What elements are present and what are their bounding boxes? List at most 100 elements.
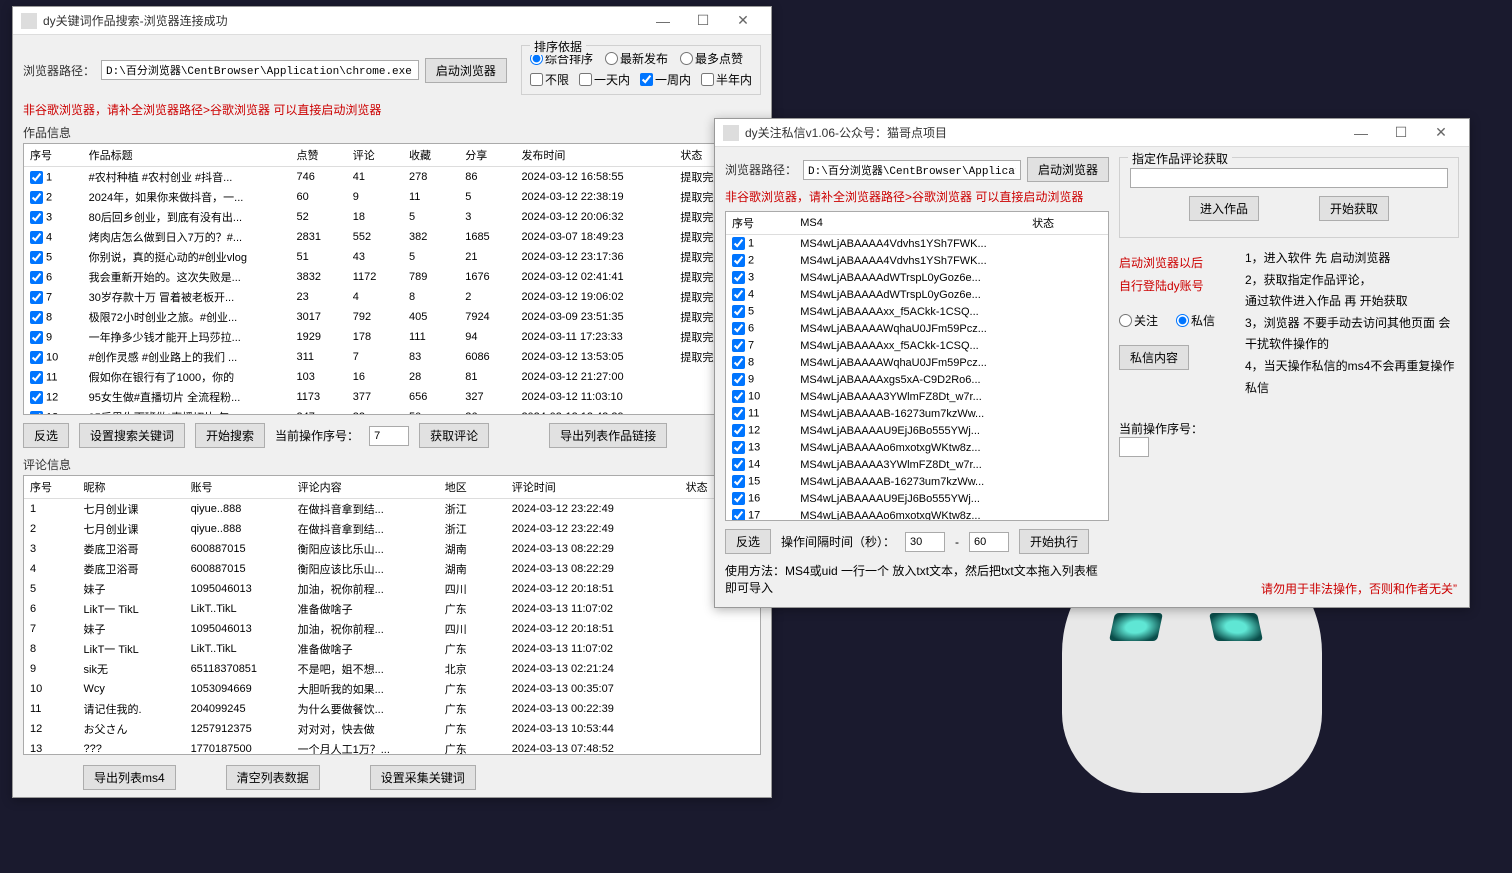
time-filter[interactable]: 一周内 bbox=[640, 71, 691, 88]
row-checkbox[interactable] bbox=[732, 407, 745, 420]
invert-selection-button[interactable]: 反选 bbox=[725, 529, 771, 554]
column-header[interactable]: 序号 bbox=[726, 212, 794, 235]
time-filter[interactable]: 半年内 bbox=[701, 71, 752, 88]
table-row[interactable]: 7MS4wLjABAAAAxx_f5ACkk-1CSQ... bbox=[726, 337, 1108, 354]
row-checkbox[interactable] bbox=[732, 237, 745, 250]
row-checkbox[interactable] bbox=[30, 291, 43, 304]
set-collect-keyword-button[interactable]: 设置采集关键词 bbox=[370, 765, 476, 790]
table-row[interactable]: 12お父さん1257912375对对对，快去做广东2024-03-13 10:5… bbox=[24, 719, 760, 739]
set-search-keyword-button[interactable]: 设置搜索关键词 bbox=[79, 423, 185, 448]
row-checkbox[interactable] bbox=[30, 171, 43, 184]
column-header[interactable]: 评论内容 bbox=[292, 476, 439, 499]
table-row[interactable]: 10Wcy1053094669大胆听我的如果...广东2024-03-13 00… bbox=[24, 679, 760, 699]
table-row[interactable]: 5妹子1095046013加油，祝你前程...四川2024-03-12 20:1… bbox=[24, 579, 760, 599]
table-row[interactable]: 3娄底卫浴哥600887015衡阳应该比乐山...湖南2024-03-13 08… bbox=[24, 539, 760, 559]
table-row[interactable]: 730岁存款十万 冒着被老板开...234822024-03-12 19:06:… bbox=[24, 287, 760, 307]
table-row[interactable]: 17MS4wLjABAAAAo6mxotxgWKtw8z... bbox=[726, 507, 1108, 521]
minimize-button[interactable]: — bbox=[1341, 120, 1381, 146]
launch-browser-button[interactable]: 启动浏览器 bbox=[425, 58, 507, 83]
export-ms4-button[interactable]: 导出列表ms4 bbox=[83, 765, 176, 790]
row-checkbox[interactable] bbox=[732, 356, 745, 369]
browser-path-input[interactable] bbox=[101, 60, 419, 80]
time-filter[interactable]: 一天内 bbox=[579, 71, 630, 88]
radio-dm[interactable]: 私信 bbox=[1176, 312, 1215, 329]
row-checkbox[interactable] bbox=[732, 509, 745, 521]
enter-work-button[interactable]: 进入作品 bbox=[1189, 196, 1259, 221]
row-checkbox[interactable] bbox=[30, 371, 43, 384]
current-seq-input[interactable] bbox=[1119, 437, 1149, 457]
row-checkbox[interactable] bbox=[732, 322, 745, 335]
interval-max-input[interactable] bbox=[969, 532, 1009, 552]
column-header[interactable]: 地区 bbox=[439, 476, 506, 499]
table-row[interactable]: 5MS4wLjABAAAAxx_f5ACkk-1CSQ... bbox=[726, 303, 1108, 320]
table-row[interactable]: 3MS4wLjABAAAAdWTrspL0yGoz6e... bbox=[726, 269, 1108, 286]
table-row[interactable]: 13???1770187500一个月人工1万？...广东2024-03-13 0… bbox=[24, 739, 760, 755]
column-header[interactable]: 作品标题 bbox=[83, 144, 291, 167]
row-checkbox[interactable] bbox=[732, 288, 745, 301]
invert-selection-button[interactable]: 反选 bbox=[23, 423, 69, 448]
export-links-button[interactable]: 导出列表作品链接 bbox=[549, 423, 667, 448]
table-row[interactable]: 6我会重新开始的。这次失败是...3832117278916762024-03-… bbox=[24, 267, 760, 287]
row-checkbox[interactable] bbox=[30, 231, 43, 244]
table-row[interactable]: 4娄底卫浴哥600887015衡阳应该比乐山...湖南2024-03-13 08… bbox=[24, 559, 760, 579]
row-checkbox[interactable] bbox=[30, 191, 43, 204]
dm-content-button[interactable]: 私信内容 bbox=[1119, 345, 1189, 370]
table-row[interactable]: 8MS4wLjABAAAAWqhaU0JFm59Pcz... bbox=[726, 354, 1108, 371]
start-execute-button[interactable]: 开始执行 bbox=[1019, 529, 1089, 554]
start-fetch-button[interactable]: 开始获取 bbox=[1319, 196, 1389, 221]
column-header[interactable]: 评论 bbox=[347, 144, 403, 167]
work-url-input[interactable] bbox=[1130, 168, 1448, 188]
minimize-button[interactable]: — bbox=[643, 8, 683, 34]
launch-browser-button[interactable]: 启动浏览器 bbox=[1027, 157, 1109, 182]
row-checkbox[interactable] bbox=[30, 351, 43, 364]
row-checkbox[interactable] bbox=[732, 339, 745, 352]
sort-option[interactable]: 最多点赞 bbox=[680, 50, 743, 67]
row-checkbox[interactable] bbox=[30, 251, 43, 264]
table-row[interactable]: 16MS4wLjABAAAAU9EjJ6Bo555YWj... bbox=[726, 490, 1108, 507]
table-row[interactable]: 6LikT一 TikLLikT..TikL准备做啥子广东2024-03-13 1… bbox=[24, 599, 760, 619]
row-checkbox[interactable] bbox=[732, 441, 745, 454]
table-row[interactable]: 11MS4wLjABAAAAB-16273um7kzWw... bbox=[726, 405, 1108, 422]
table-row[interactable]: 1七月创业课qiyue..888在做抖音拿到结...浙江2024-03-12 2… bbox=[24, 499, 760, 520]
comments-table-wrap[interactable]: 序号昵称账号评论内容地区评论时间状态 1七月创业课qiyue..888在做抖音拿… bbox=[23, 475, 761, 755]
table-row[interactable]: 14MS4wLjABAAAA3YWlmFZ8Dt_w7r... bbox=[726, 456, 1108, 473]
table-row[interactable]: 8LikT一 TikLLikT..TikL准备做啥子广东2024-03-13 1… bbox=[24, 639, 760, 659]
table-row[interactable]: 22024年，如果你来做抖音，一...6091152024-03-12 22:3… bbox=[24, 187, 760, 207]
close-button[interactable]: ✕ bbox=[723, 8, 763, 34]
row-checkbox[interactable] bbox=[30, 411, 43, 416]
table-row[interactable]: 9sik无65118370851不是吧，姐不想...北京2024-03-13 0… bbox=[24, 659, 760, 679]
column-header[interactable]: 序号 bbox=[24, 476, 78, 499]
close-button[interactable]: ✕ bbox=[1421, 120, 1461, 146]
row-checkbox[interactable] bbox=[732, 492, 745, 505]
table-row[interactable]: 6MS4wLjABAAAAWqhaU0JFm59Pcz... bbox=[726, 320, 1108, 337]
column-header[interactable]: 昵称 bbox=[78, 476, 185, 499]
table-row[interactable]: 9MS4wLjABAAAAxgs5xA-C9D2Ro6... bbox=[726, 371, 1108, 388]
radio-follow[interactable]: 关注 bbox=[1119, 312, 1158, 329]
row-checkbox[interactable] bbox=[732, 254, 745, 267]
table-row[interactable]: 1#农村种植 #农村创业 #抖音...74641278862024-03-12 … bbox=[24, 167, 760, 188]
time-filter[interactable]: 不限 bbox=[530, 71, 569, 88]
table-row[interactable]: 12MS4wLjABAAAAU9EjJ6Bo555YWj... bbox=[726, 422, 1108, 439]
table-row[interactable]: 1MS4wLjABAAAA4Vdvhs1YSh7FWK... bbox=[726, 235, 1108, 253]
column-header[interactable]: MS4 bbox=[794, 212, 1026, 235]
table-row[interactable]: 4烤肉店怎么做到日入7万的？#...283155238216852024-03-… bbox=[24, 227, 760, 247]
column-header[interactable]: 收藏 bbox=[403, 144, 459, 167]
row-checkbox[interactable] bbox=[30, 271, 43, 284]
get-comments-button[interactable]: 获取评论 bbox=[419, 423, 489, 448]
row-checkbox[interactable] bbox=[30, 391, 43, 404]
column-header[interactable]: 账号 bbox=[185, 476, 292, 499]
row-checkbox[interactable] bbox=[732, 424, 745, 437]
table-row[interactable]: 2七月创业课qiyue..888在做抖音拿到结...浙江2024-03-12 2… bbox=[24, 519, 760, 539]
current-seq-input[interactable] bbox=[369, 426, 409, 446]
row-checkbox[interactable] bbox=[30, 211, 43, 224]
maximize-button[interactable]: ☐ bbox=[683, 8, 723, 34]
column-header[interactable]: 发布时间 bbox=[515, 144, 674, 167]
ms4-table-wrap[interactable]: 序号MS4状态 1MS4wLjABAAAA4Vdvhs1YSh7FWK... 2… bbox=[725, 211, 1109, 521]
column-header[interactable]: 分享 bbox=[459, 144, 515, 167]
interval-min-input[interactable] bbox=[905, 532, 945, 552]
row-checkbox[interactable] bbox=[732, 458, 745, 471]
maximize-button[interactable]: ☐ bbox=[1381, 120, 1421, 146]
clear-list-button[interactable]: 清空列表数据 bbox=[226, 765, 320, 790]
table-row[interactable]: 2MS4wLjABAAAA4Vdvhs1YSh7FWK... bbox=[726, 252, 1108, 269]
table-row[interactable]: 4MS4wLjABAAAAdWTrspL0yGoz6e... bbox=[726, 286, 1108, 303]
